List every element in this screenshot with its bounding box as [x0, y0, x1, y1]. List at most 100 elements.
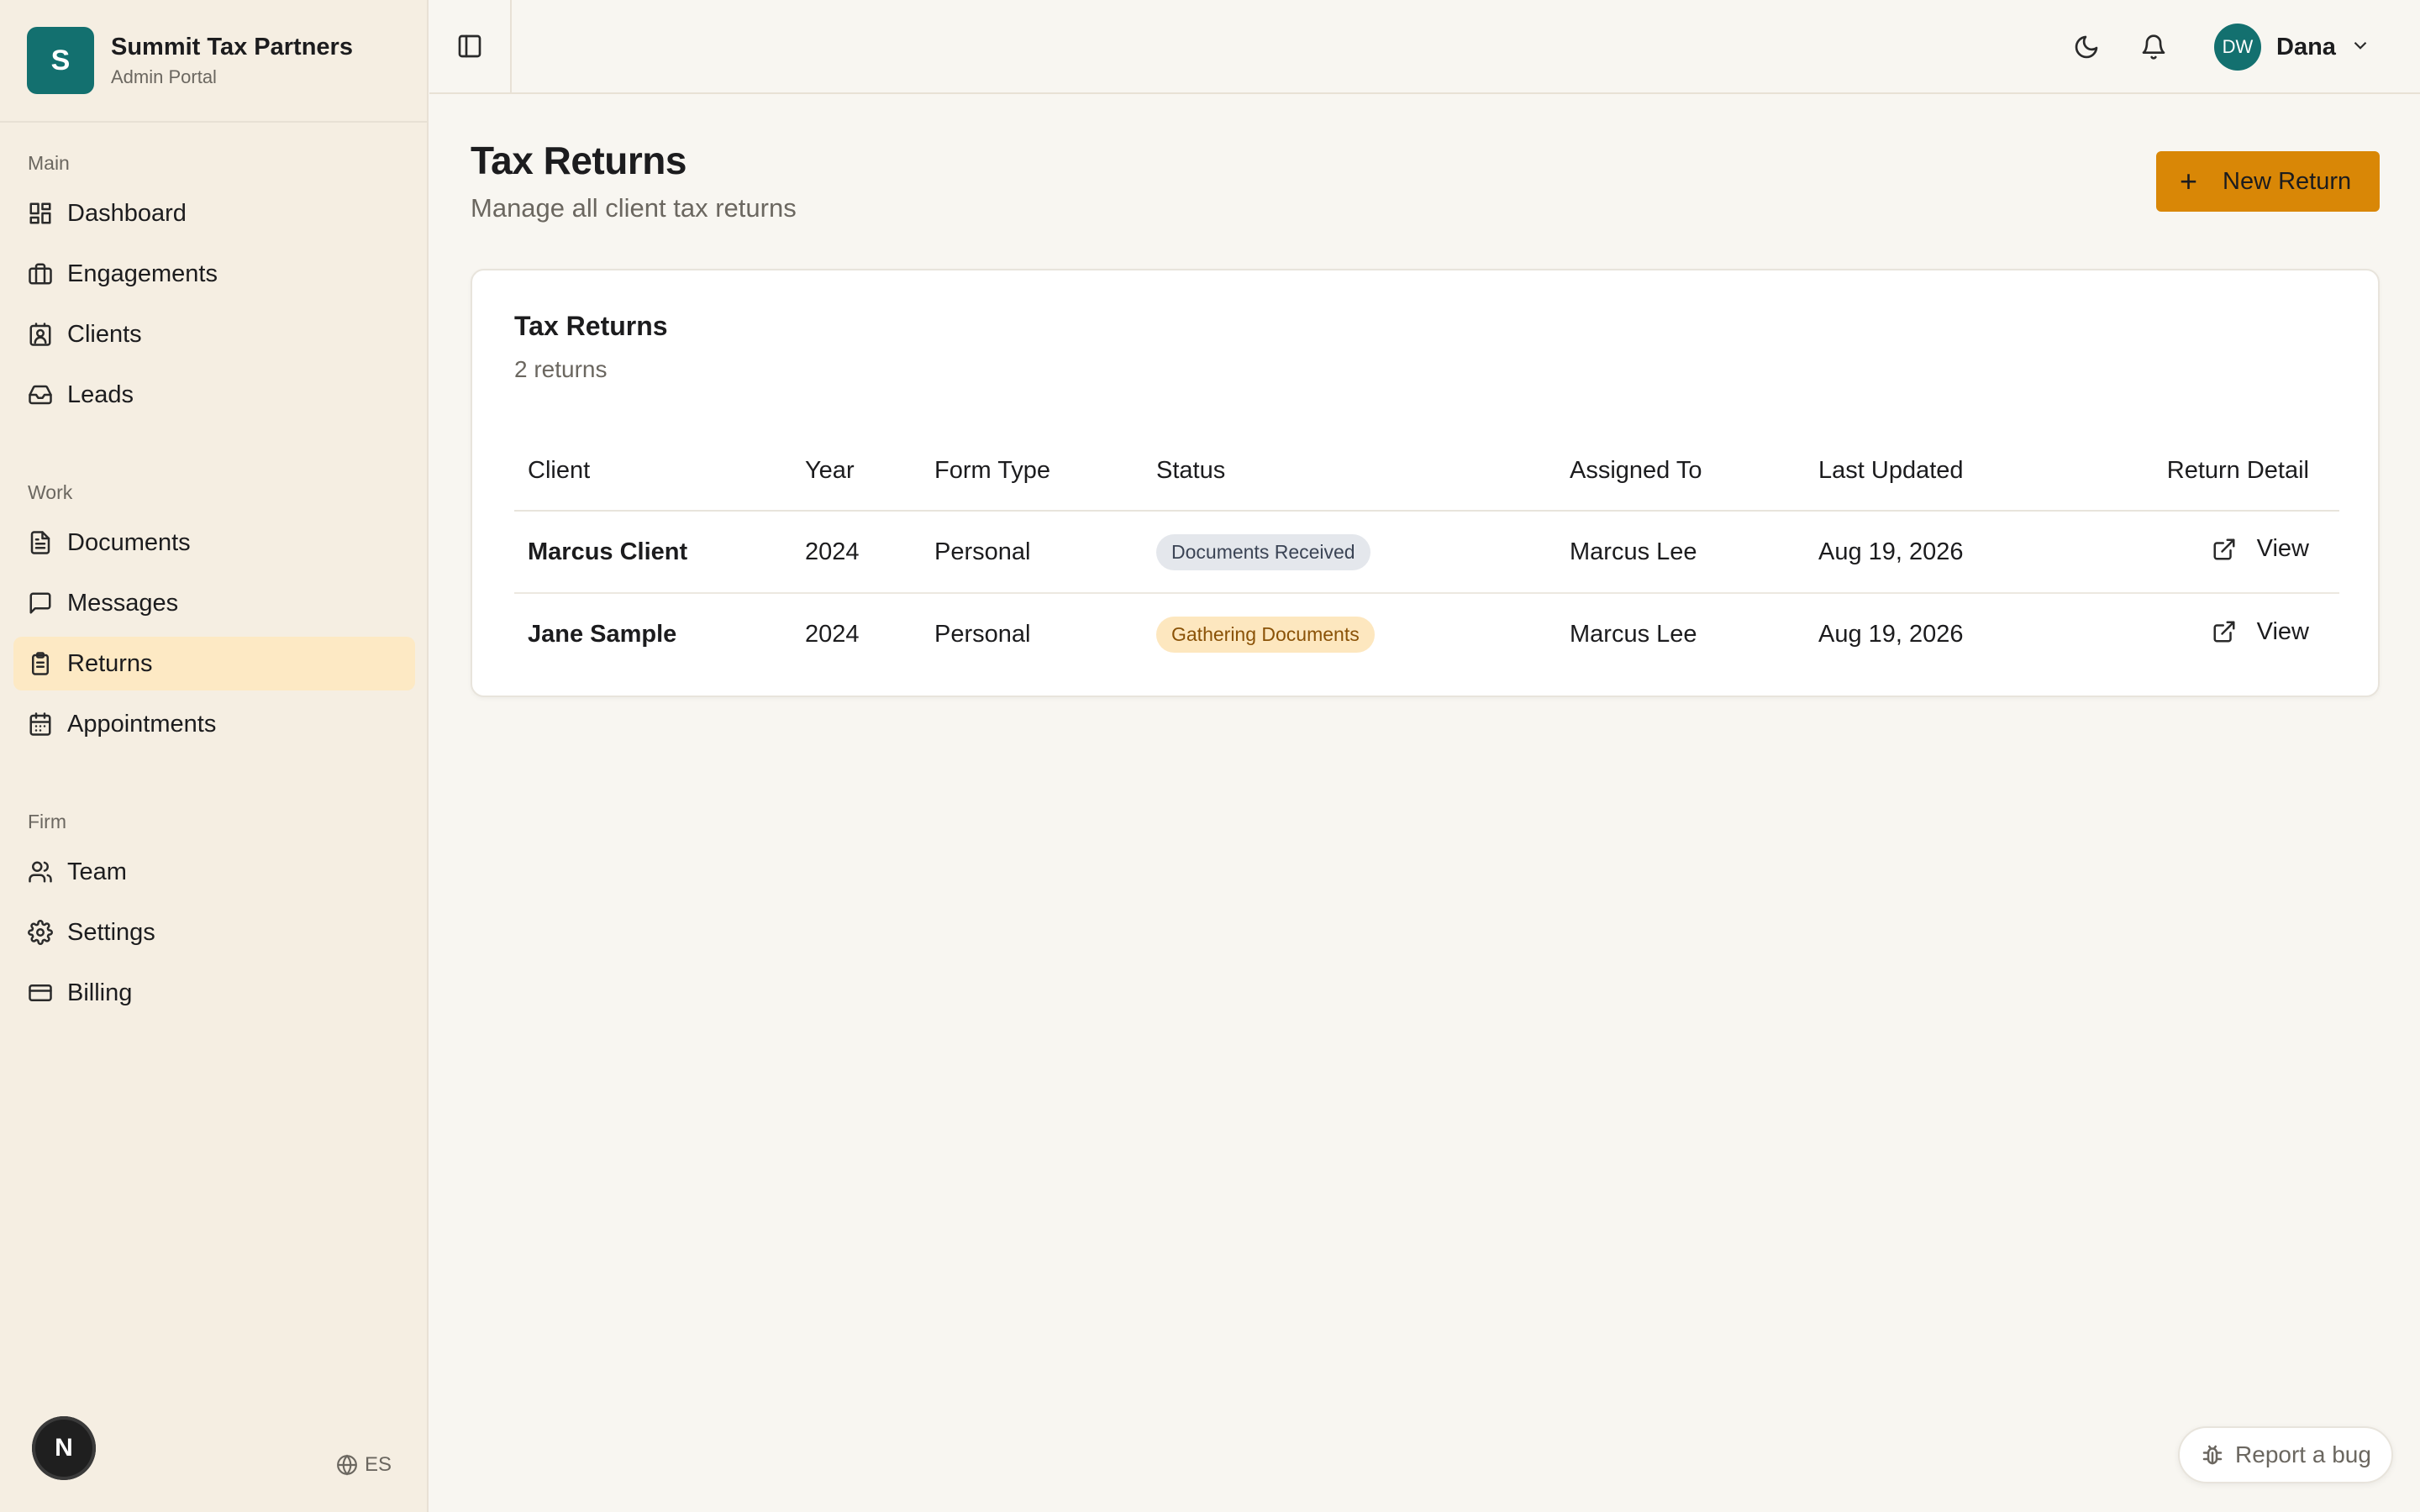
inbox-icon: [27, 381, 54, 408]
sidebar-item-label: Engagements: [67, 260, 218, 287]
form-type: Personal: [934, 621, 1031, 648]
sidebar-item-appointments[interactable]: Appointments: [13, 697, 415, 751]
sidebar-item-engagements[interactable]: Engagements: [13, 247, 415, 301]
column-header-client[interactable]: Client: [514, 428, 792, 512]
sidebar-item-returns[interactable]: Returns: [13, 637, 415, 690]
sidebar-item-label: Settings: [67, 918, 155, 946]
form-type: Personal: [921, 511, 1143, 594]
user-name: Dana: [2276, 33, 2336, 60]
gear-icon: [27, 919, 54, 946]
briefcase-icon: [27, 260, 54, 287]
language-switcher[interactable]: ES: [336, 1453, 392, 1477]
brand-name: Summit Tax Partners: [111, 33, 353, 60]
sidebar-item-messages[interactable]: Messages: [13, 576, 415, 630]
user-menu[interactable]: DW Dana: [2214, 24, 2371, 71]
column-header-last-updated[interactable]: Last Updated: [1805, 428, 2084, 512]
dashboard-icon: [27, 200, 54, 227]
nav-section-firm: Firm Team Settings Billing: [0, 810, 429, 1026]
returns-table: Client Year Form Type Status Assigned To…: [514, 428, 2339, 675]
sidebar-item-label: Billing: [67, 979, 133, 1006]
last-updated: Aug 19, 2026: [1805, 511, 2084, 594]
sidebar-item-documents[interactable]: Documents: [13, 516, 415, 570]
credit-card-icon: [27, 979, 54, 1006]
report-bug-label: Report a bug: [2235, 1441, 2371, 1467]
column-header-status[interactable]: Status: [1143, 428, 1556, 512]
globe-icon: [337, 1454, 357, 1476]
column-header-form-type[interactable]: Form Type: [921, 428, 1143, 512]
moon-icon: [2075, 35, 2098, 59]
sidebar-item-label: Messages: [67, 589, 179, 617]
chevron-down-icon: [2349, 34, 2371, 60]
brand-subtitle: Admin Portal: [111, 66, 217, 87]
assigned-to: Marcus Lee: [1556, 511, 1805, 594]
sidebar-item-clients[interactable]: Clients: [13, 307, 415, 361]
return-detail-cell: View: [2084, 511, 2339, 594]
table-row[interactable]: Jane Sample 2024 Personal Gathering Docu…: [514, 593, 2339, 675]
contact-icon: [27, 321, 54, 348]
users-icon: [27, 858, 54, 885]
new-return-label: New Return: [2223, 167, 2352, 195]
sidebar-item-label: Appointments: [67, 710, 217, 738]
panel-left-icon: [458, 34, 481, 58]
nav-section-work: Work Documents Messages Returns Appointm…: [0, 480, 429, 758]
status-badge: Documents Received: [1156, 533, 1370, 570]
view-label: View: [2256, 617, 2309, 645]
message-icon: [27, 590, 54, 617]
sidebar-item-label: Team: [67, 858, 127, 885]
clipboard-icon: [27, 650, 54, 677]
report-bug-button[interactable]: Report a bug: [2178, 1426, 2393, 1483]
column-header-year[interactable]: Year: [792, 428, 921, 512]
bell-icon: [2142, 34, 2165, 60]
status-cell: Gathering Documents: [1143, 593, 1556, 675]
sidebar-item-team[interactable]: Team: [13, 845, 415, 899]
last-updated: Aug 19, 2026: [1818, 621, 1964, 648]
sidebar: S Summit Tax Partners Admin Portal Main …: [0, 0, 429, 1512]
nav-section-main: Main Dashboard Engagements Clients Leads: [0, 151, 429, 428]
returns-count: 2 returns: [514, 356, 608, 382]
card-title: Tax Returns: [514, 311, 668, 341]
status-badge: Gathering Documents: [1156, 617, 1375, 653]
table-header-row: Client Year Form Type Status Assigned To…: [514, 428, 2339, 512]
notifications-button[interactable]: [2135, 29, 2172, 66]
sidebar-toggle-button[interactable]: [429, 0, 512, 92]
sidebar-item-leads[interactable]: Leads: [13, 368, 415, 422]
language-label: ES: [365, 1453, 392, 1476]
avatar: DW: [2214, 24, 2261, 71]
view-return-link[interactable]: View: [2212, 535, 2309, 563]
tax-year: 2024: [792, 511, 921, 594]
column-header-assigned-to[interactable]: Assigned To: [1556, 428, 1805, 512]
view-label: View: [2256, 535, 2309, 563]
sidebar-item-settings[interactable]: Settings: [13, 906, 415, 959]
document-icon: [27, 529, 54, 556]
theme-toggle-button[interactable]: [2068, 29, 2105, 66]
section-label: Firm: [28, 811, 66, 832]
sidebar-item-label: Leads: [67, 381, 134, 408]
sidebar-item-dashboard[interactable]: Dashboard: [13, 186, 415, 240]
tax-year: 2024: [805, 621, 860, 648]
brand-header[interactable]: S Summit Tax Partners Admin Portal: [0, 0, 427, 123]
sidebar-item-label: Dashboard: [67, 199, 187, 227]
client-name: Jane Sample: [528, 621, 677, 648]
client-name: Marcus Client: [514, 511, 792, 594]
bug-icon: [2202, 1445, 2223, 1465]
assigned-to: Marcus Lee: [1570, 621, 1697, 648]
sidebar-item-label: Clients: [67, 320, 142, 348]
n-badge-button[interactable]: N: [32, 1416, 96, 1480]
new-return-button[interactable]: + New Return: [2156, 151, 2380, 212]
external-link-icon: [2213, 538, 2235, 560]
view-return-link[interactable]: View: [2212, 618, 2309, 646]
status-cell: Documents Received: [1143, 511, 1556, 594]
section-label: Main: [28, 152, 70, 174]
tax-returns-card: Tax Returns 2 returns Client Year Form T…: [471, 269, 2380, 697]
sidebar-item-billing[interactable]: Billing: [13, 966, 415, 1020]
page-subtitle: Manage all client tax returns: [471, 193, 797, 223]
page-title: Tax Returns: [471, 139, 687, 182]
column-header-return-detail: Return Detail: [2084, 428, 2339, 512]
sidebar-item-label: Documents: [67, 528, 191, 556]
return-detail-cell: View: [2084, 593, 2339, 675]
brand-logo: S: [27, 27, 94, 94]
table-row[interactable]: Marcus Client 2024 Personal Documents Re…: [514, 511, 2339, 594]
external-link-icon: [2213, 621, 2235, 643]
section-label: Work: [28, 481, 73, 503]
sidebar-item-label: Returns: [67, 649, 153, 677]
